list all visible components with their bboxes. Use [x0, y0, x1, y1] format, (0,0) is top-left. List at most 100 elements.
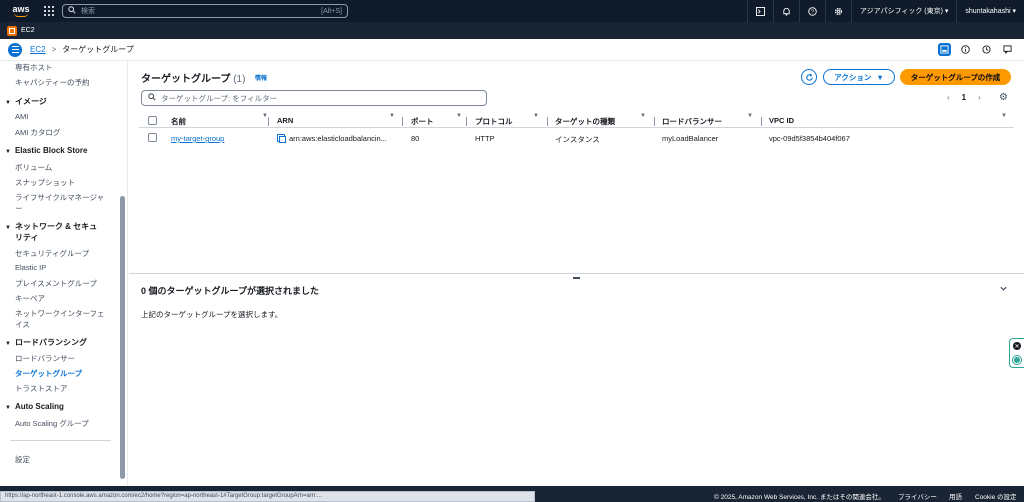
column-divider[interactable]	[654, 117, 655, 126]
chevron-down-icon[interactable]	[999, 284, 1008, 295]
column-header-name[interactable]: 名前	[171, 116, 186, 127]
account-menu[interactable]: shuntakahashi ▾	[956, 0, 1024, 22]
refresh-button[interactable]	[801, 69, 817, 85]
sidebar-item-security-groups[interactable]: セキュリティグループ	[15, 248, 89, 259]
table-preferences-gear-icon[interactable]: ⚙	[999, 92, 1008, 103]
sidebar-scrollbar[interactable]	[120, 196, 125, 479]
help-icon[interactable]: ?	[798, 0, 825, 22]
sidebar-section-images[interactable]: イメージ	[5, 96, 47, 107]
service-name[interactable]: EC2	[21, 27, 35, 34]
close-icon[interactable]: ✕	[1013, 342, 1021, 350]
split-panel-drag-handle[interactable]	[573, 277, 580, 279]
arn-value: arn:aws:elasticloadbalancin...	[289, 134, 387, 143]
column-divider[interactable]	[761, 117, 762, 126]
table-row[interactable]: my-target-group arn:aws:elasticloadbalan…	[139, 130, 1014, 146]
sidebar-item-capacity-reservations[interactable]: キャパシティーの予約	[15, 77, 90, 88]
row-select-checkbox[interactable]	[148, 133, 157, 142]
sidebar-item-elastic-ip[interactable]: Elastic IP	[15, 263, 46, 272]
sidebar-item-network-interfaces-cont[interactable]: イス	[15, 319, 30, 330]
sidebar-item-volumes[interactable]: ボリューム	[15, 162, 52, 173]
arn-cell: arn:aws:elasticloadbalancin...	[277, 134, 387, 143]
target-type-cell: インスタンス	[555, 135, 600, 144]
info-link[interactable]: 情報	[255, 73, 267, 82]
column-header-protocol[interactable]: プロトコル	[475, 116, 513, 127]
main-content: ターゲットグループ (1) 情報 アクション ▼ ターゲットグループの作成 ター…	[129, 61, 1024, 486]
notifications-bell-icon[interactable]	[772, 0, 799, 22]
current-page-number[interactable]: 1	[962, 93, 966, 102]
column-divider[interactable]	[547, 117, 548, 126]
pagination: ‹ 1 ›	[947, 93, 981, 102]
sidebar-section-load-balancing[interactable]: ロードバランシング	[5, 337, 87, 348]
sidebar-item-lifecycle-manager[interactable]: ライフサイクルマネージャ	[15, 192, 104, 203]
protocol-cell: HTTP	[475, 134, 495, 143]
search-placeholder: 検索	[81, 8, 95, 15]
column-divider[interactable]	[402, 117, 403, 126]
column-header-vpc-id[interactable]: VPC ID	[769, 116, 794, 125]
sidebar-section-ebs[interactable]: Elastic Block Store	[5, 146, 87, 155]
search-input[interactable]: 検索 [Alt+S]	[62, 4, 348, 18]
floating-assistant-widget[interactable]: ✕	[1009, 338, 1024, 368]
copy-icon[interactable]	[277, 134, 286, 143]
feedback-icon[interactable]	[1001, 43, 1014, 56]
column-header-load-balancer[interactable]: ロードバランサー	[662, 116, 722, 127]
sidebar-item-placement-groups[interactable]: プレイスメントグループ	[15, 278, 97, 289]
split-panel-title: 0 個のターゲットグループが選択されました	[141, 286, 319, 296]
breadcrumb-ec2-link[interactable]: EC2	[30, 45, 46, 54]
sidebar-item-key-pairs[interactable]: キーペア	[15, 293, 45, 304]
sidebar-item-target-groups[interactable]: ターゲットグループ	[15, 368, 82, 379]
split-panel-divider[interactable]	[129, 273, 1024, 274]
create-target-group-button[interactable]: ターゲットグループの作成	[900, 69, 1011, 85]
assistant-icon[interactable]	[1012, 355, 1022, 365]
sidebar-item-trust-stores[interactable]: トラストストア	[15, 383, 67, 394]
sidebar-item-load-balancers[interactable]: ロードバランサー	[15, 353, 75, 364]
top-navigation: aws 検索 [Alt+S] ? アジアパシフィック (東京) ▾ shunta…	[0, 0, 1024, 22]
sidebar-item-auto-scaling-groups[interactable]: Auto Scaling グループ	[15, 418, 89, 429]
footer-cookie-link[interactable]: Cookie の設定	[975, 491, 1017, 501]
sidebar-item-dedicated-hosts[interactable]: 専有ホスト	[15, 62, 53, 73]
settings-gear-icon[interactable]	[824, 0, 851, 22]
breadcrumb-separator: >	[51, 45, 57, 54]
split-panel-icon[interactable]	[938, 43, 951, 56]
region-selector[interactable]: アジアパシフィック (東京) ▾	[850, 0, 957, 22]
sidebar-item-settings[interactable]: 設定	[15, 454, 30, 465]
column-divider[interactable]	[466, 117, 467, 126]
sidebar-item-lifecycle-manager-cont[interactable]: ー	[15, 203, 23, 214]
info-icon[interactable]	[959, 43, 972, 56]
aws-logo[interactable]: aws	[6, 0, 36, 22]
vpc-id-cell: vpc-09d5f3854b404f067	[769, 134, 850, 143]
column-header-target-type[interactable]: ターゲットの種類	[555, 116, 615, 127]
sidebar-section-network-security-cont[interactable]: リティ	[15, 232, 39, 243]
column-divider[interactable]	[268, 117, 269, 126]
sidebar-item-ami-catalog[interactable]: AMI カタログ	[15, 127, 60, 138]
svg-text:?: ?	[811, 9, 814, 15]
split-panel-description: 上記のターゲットグループを選択します。	[141, 310, 283, 319]
select-all-checkbox[interactable]	[148, 116, 157, 125]
actions-dropdown-button[interactable]: アクション ▼	[823, 69, 895, 85]
load-balancer-cell: myLoadBalancer	[662, 134, 719, 143]
services-grid-icon[interactable]	[44, 6, 54, 16]
filter-input[interactable]: ターゲットグループ: をフィルター	[141, 90, 487, 106]
footer-terms-link[interactable]: 用語	[949, 491, 962, 501]
status-bar-url: https://ap-northeast-1.console.aws.amazo…	[0, 491, 535, 502]
filter-placeholder: ターゲットグループ: をフィルター	[161, 93, 278, 103]
port-cell: 80	[411, 134, 420, 143]
sidebar-item-ami[interactable]: AMI	[15, 112, 28, 121]
prev-page-icon[interactable]: ‹	[947, 93, 950, 102]
target-group-name-link[interactable]: my-target-group	[171, 134, 224, 143]
sidebar-section-auto-scaling[interactable]: Auto Scaling	[5, 402, 64, 411]
search-icon	[68, 6, 76, 16]
ec2-service-icon	[7, 25, 17, 36]
aws-logo-text: aws	[12, 4, 30, 14]
sidebar-item-network-interfaces[interactable]: ネットワークインターフェ	[15, 308, 105, 319]
search-shortcut: [Alt+S]	[321, 7, 342, 15]
sidebar-section-network-security[interactable]: ネットワーク & セキュ	[5, 221, 97, 232]
cloudshell-icon[interactable]	[746, 0, 773, 22]
column-header-port[interactable]: ポート	[411, 116, 434, 127]
menu-hamburger-icon[interactable]	[8, 42, 22, 57]
footer-privacy-link[interactable]: プライバシー	[898, 491, 937, 501]
sidebar-item-snapshots[interactable]: スナップショット	[15, 177, 75, 188]
next-page-icon[interactable]: ›	[978, 93, 981, 102]
aws-smile-icon	[14, 13, 28, 17]
column-header-arn[interactable]: ARN	[277, 116, 293, 125]
history-clock-icon[interactable]	[980, 43, 993, 56]
